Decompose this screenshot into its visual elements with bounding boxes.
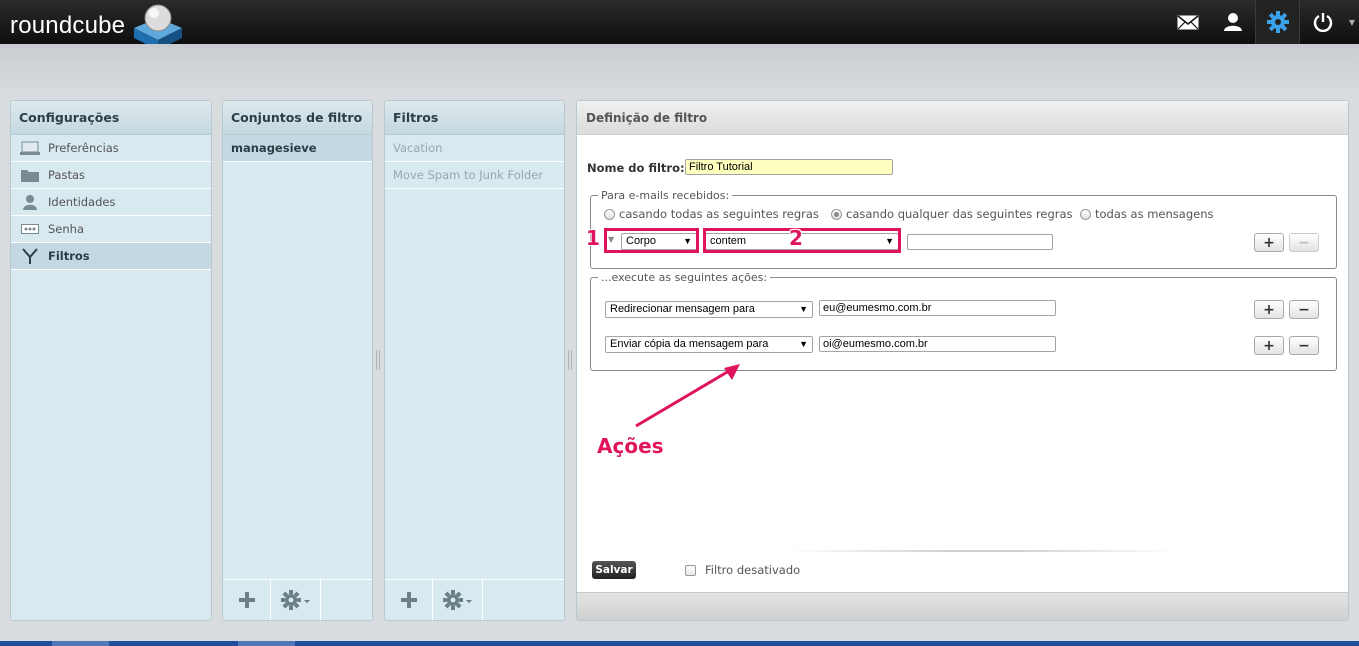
filter-item-move-spam[interactable]: Move Spam to Junk Folder xyxy=(385,162,564,189)
logout-icon xyxy=(1313,13,1332,32)
remove-rule-button[interactable]: − xyxy=(1289,233,1319,252)
splitter-handle[interactable] xyxy=(376,350,380,370)
radio-circle[interactable] xyxy=(604,208,615,220)
filter-icon xyxy=(19,248,41,264)
add-rule-button[interactable]: + xyxy=(1254,233,1284,252)
mail-button[interactable] xyxy=(1165,0,1210,44)
filter-set-actions-button[interactable] xyxy=(271,580,321,620)
annotation-label-actions: Ações xyxy=(597,434,664,458)
radio-match-all[interactable]: casando todas as seguintes regras xyxy=(604,207,819,221)
save-button[interactable]: Salvar xyxy=(592,561,636,579)
definition-footer xyxy=(577,592,1348,620)
filter-sets-title: Conjuntos de filtro xyxy=(223,101,372,135)
filters-title: Filtros xyxy=(385,101,564,135)
logout-button[interactable] xyxy=(1300,0,1345,44)
select-value: Enviar cópia da mensagem para xyxy=(610,338,769,350)
settings-item-label: Filtros xyxy=(48,249,90,263)
action-target-input-1[interactable]: eu@eumesmo.com.br xyxy=(819,300,1056,316)
actions-legend: ...execute as seguintes ações: xyxy=(598,271,771,284)
settings-item-preferences[interactable]: Preferências xyxy=(11,135,211,162)
filter-name-input[interactable]: Filtro Tutorial xyxy=(685,159,893,175)
radio-match-any[interactable]: casando qualquer das seguintes regras xyxy=(831,207,1073,221)
settings-item-folders[interactable]: Pastas xyxy=(11,162,211,189)
gear-icon xyxy=(442,590,472,610)
logo-text: roundcube xyxy=(10,12,126,39)
actions-fieldset xyxy=(590,277,1337,371)
top-bar: roundcube ▼ xyxy=(0,0,1359,50)
filter-set-item[interactable]: managesieve xyxy=(223,135,372,162)
folder-icon xyxy=(19,167,41,183)
filter-item-vacation[interactable]: Vacation xyxy=(385,135,564,162)
filter-actions-button[interactable] xyxy=(433,580,483,620)
add-filter-button[interactable] xyxy=(385,580,433,620)
settings-title: Configurações xyxy=(11,101,211,135)
radio-circle[interactable] xyxy=(831,208,842,220)
logo-cube-icon xyxy=(134,4,182,50)
settings-panel: Configurações Preferências Pastas Identi… xyxy=(10,100,212,621)
chevron-down-icon: ▼ xyxy=(799,339,808,349)
password-icon xyxy=(19,221,41,237)
mail-icon xyxy=(1177,14,1198,29)
plus-icon xyxy=(400,592,417,608)
annotation-label-1: 1 xyxy=(586,226,600,250)
rules-legend: Para e-mails recebidos: xyxy=(598,189,733,202)
settings-item-password[interactable]: Senha xyxy=(11,216,211,243)
logo[interactable]: roundcube xyxy=(10,6,125,46)
remove-action-button[interactable]: − xyxy=(1289,300,1319,319)
contacts-icon xyxy=(1223,13,1242,31)
plus-icon xyxy=(238,592,255,608)
nav-menu-caret-icon[interactable]: ▼ xyxy=(1345,0,1359,44)
radio-label: casando qualquer das seguintes regras xyxy=(846,207,1073,221)
settings-icon xyxy=(1266,11,1289,33)
monitor-icon xyxy=(19,140,41,156)
remove-action-button[interactable]: − xyxy=(1289,336,1319,355)
annotation-box-1 xyxy=(604,228,699,253)
filter-disabled-label: Filtro desativado xyxy=(705,563,801,577)
radio-label: casando todas as seguintes regras xyxy=(619,207,819,221)
identity-icon xyxy=(19,194,41,210)
select-value: Redirecionar mensagem para xyxy=(610,303,755,315)
settings-item-label: Identidades xyxy=(48,195,116,209)
taskbar-item[interactable] xyxy=(52,641,109,646)
action-type-select-2[interactable]: Enviar cópia da mensagem para ▼ xyxy=(605,336,813,353)
rule-value-input[interactable] xyxy=(907,234,1053,250)
annotation-arrow-icon xyxy=(635,364,740,428)
toolbar-area xyxy=(0,44,1359,94)
filter-disabled-checkbox[interactable] xyxy=(685,565,696,576)
filters-footer xyxy=(385,579,564,620)
action-type-select-1[interactable]: Redirecionar mensagem para ▼ xyxy=(605,301,813,318)
radio-all-messages[interactable]: todas as mensagens xyxy=(1080,207,1214,221)
filter-name-label: Nome do filtro: xyxy=(587,161,685,175)
splitter-handle[interactable] xyxy=(568,350,572,370)
add-action-button[interactable]: + xyxy=(1254,300,1284,319)
action-target-input-2[interactable]: oi@eumesmo.com.br xyxy=(819,336,1056,352)
contacts-button[interactable] xyxy=(1210,0,1255,44)
top-nav: ▼ xyxy=(1165,0,1359,44)
settings-item-label: Senha xyxy=(48,222,84,236)
taskbar xyxy=(0,641,1359,646)
annotation-label-2: 2 xyxy=(789,226,803,250)
filter-definition-title: Definição de filtro xyxy=(577,101,1348,135)
taskbar-item[interactable] xyxy=(238,641,295,646)
settings-item-label: Pastas xyxy=(48,168,86,182)
settings-item-filters[interactable]: Filtros xyxy=(11,243,211,270)
add-action-button[interactable]: + xyxy=(1254,336,1284,355)
radio-label: todas as mensagens xyxy=(1095,207,1214,221)
divider xyxy=(787,550,1177,552)
filters-panel: Filtros Vacation Move Spam to Junk Folde… xyxy=(384,100,565,621)
radio-circle[interactable] xyxy=(1080,208,1091,220)
filter-sets-footer xyxy=(223,579,372,620)
filter-sets-panel: Conjuntos de filtro managesieve xyxy=(222,100,373,621)
gear-icon xyxy=(280,590,310,610)
chevron-down-icon: ▼ xyxy=(799,304,808,314)
settings-item-label: Preferências xyxy=(48,141,119,155)
settings-item-identities[interactable]: Identidades xyxy=(11,189,211,216)
add-filter-set-button[interactable] xyxy=(223,580,271,620)
settings-button[interactable] xyxy=(1255,0,1300,44)
